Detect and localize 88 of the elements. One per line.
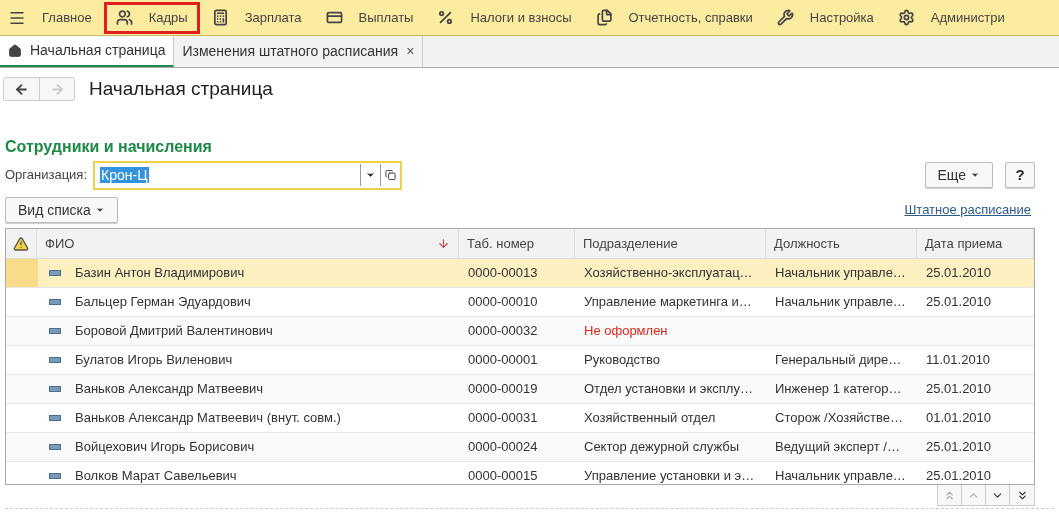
table-cell-text: Генеральный дире… (775, 351, 902, 370)
documents-icon (595, 9, 613, 26)
menu-item[interactable]: Главное (30, 1, 104, 34)
column-header[interactable]: Должность (766, 229, 917, 258)
table-cell-text: Руководство (584, 351, 660, 370)
table-cell-text: 0000-00013 (468, 264, 538, 283)
table-row[interactable]: Ваньков Александр Матвеевич 0000-00019 Отдел установки и эксплу… Инженер 1 категор… 25.01.2010 (6, 375, 1034, 404)
table-cell-text: 25.01.2010 (926, 380, 992, 399)
table-cell-text: Инженер 1 категор… (775, 380, 902, 399)
column-header[interactable]: Подразделение (575, 229, 766, 258)
close-icon[interactable]: × (406, 41, 415, 62)
table-cell-text: 0000-00010 (468, 293, 538, 312)
employee-icon (49, 473, 61, 479)
employee-icon (49, 299, 61, 305)
employee-icon (49, 386, 61, 392)
gear-icon (897, 9, 915, 26)
table-cell-text: 01.01.2010 (926, 409, 992, 428)
tab-label: Изменения штатного расписания (182, 42, 399, 61)
table-cell-text: Сектор дежурной службы (584, 438, 740, 457)
table-cell-text: Ваньков Александр Матвеевич (75, 380, 264, 399)
menu-item[interactable]: Отчетность, справки (583, 1, 765, 34)
menu-item[interactable]: Выплаты (313, 1, 426, 34)
menu-item[interactable]: Налоги и взносы (425, 1, 584, 34)
home-icon (8, 43, 22, 58)
menu-item[interactable]: Администри (885, 1, 1017, 34)
percent-icon (437, 9, 455, 26)
caret-icon (94, 205, 105, 215)
employee-icon (49, 328, 61, 334)
table-cell-text: Управление установки и э… (584, 467, 755, 484)
calculator-icon (211, 9, 229, 26)
table-cell-text: Хозяйственный отдел (584, 409, 716, 428)
table-cell-text: Булатов Игорь Виленович (75, 351, 233, 370)
caret-icon (970, 170, 980, 180)
section-title: Сотрудники и начисления (4, 137, 213, 157)
employee-icon (49, 270, 61, 276)
table-cell-text: 25.01.2010 (926, 438, 992, 457)
forward-arrow-icon (49, 81, 65, 97)
tab-label: Начальная страница (30, 41, 166, 60)
table-cell-text: Войцехович Игорь Борисович (75, 438, 255, 457)
table-cell-text: 0000-00001 (468, 351, 538, 370)
page-title: Начальная страница (89, 76, 273, 101)
employee-icon (49, 415, 61, 421)
sort-arrow-icon (437, 237, 450, 250)
table-cell-text: 25.01.2010 (926, 293, 992, 312)
table-cell-text: 0000-00024 (468, 438, 538, 457)
warning-icon (13, 235, 29, 252)
more-button[interactable]: Еще (924, 162, 993, 188)
table-cell-text: Ведущий эксперт /… (775, 438, 900, 457)
table-cell-text: 0000-00019 (468, 380, 538, 399)
menu-item[interactable]: Кадры (103, 1, 200, 34)
table-cell-text: Хозяйственно-эксплуатац… (584, 264, 753, 283)
table-cell-text: Базин Антон Владимирович (75, 264, 245, 283)
table-cell-text: Начальник управле… (775, 293, 906, 312)
column-header[interactable]: Таб. номер (459, 229, 575, 258)
column-header[interactable]: ФИО (37, 229, 459, 258)
table-cell-text: Не оформлен (584, 322, 668, 341)
wrench-icon (776, 9, 794, 26)
staff-schedule-link[interactable]: Штатное расписание (904, 200, 1031, 220)
table-cell-text: Управление маркетинга и… (584, 293, 752, 312)
table-cell-text: Начальник управле… (775, 264, 906, 283)
table-cell-text: Начальник управле… (775, 467, 906, 484)
card-icon (325, 9, 343, 26)
table-cell-text: 25.01.2010 (926, 467, 992, 484)
table-cell-text: 25.01.2010 (926, 264, 992, 283)
help-button[interactable]: ? (1005, 162, 1035, 188)
table-row[interactable]: Боровой Дмитрий Валентинович 0000-00032 Не оформлен (6, 317, 1034, 346)
field-label: Организация: (5, 166, 88, 185)
column-header[interactable]: Дата приема (917, 229, 1034, 258)
menu-item[interactable]: Настройка (764, 1, 886, 34)
table-cell-text: Боровой Дмитрий Валентинович (75, 322, 273, 341)
table-cell-text: 0000-00032 (468, 322, 538, 341)
table-cell-text: Отдел установки и эксплу… (584, 380, 753, 399)
menu-item[interactable]: Зарплата (199, 1, 314, 34)
tab[interactable]: Начальная страница (0, 36, 175, 67)
table-cell-text: Ваньков Александр Матвеевич (внут. совм.) (75, 409, 341, 428)
table-cell-text: Сторож /Хозяйстве… (775, 409, 903, 428)
table-cell-text: 0000-00031 (468, 409, 538, 428)
people-icon (115, 9, 133, 26)
table-row[interactable]: Базин Антон Владимирович 0000-00013 Хозяйственно-эксплуатац… Начальник управле… 25.01.2010 (6, 259, 1034, 288)
table-cell-text: 11.01.2010 (926, 351, 991, 370)
employee-icon (49, 444, 61, 450)
table-cell-text: Волков Марат Савельевич (75, 467, 237, 484)
table-cell-text: 0000-00015 (468, 467, 538, 484)
table-row[interactable]: Войцехович Игорь Борисович 0000-00024 Сектор дежурной службы Ведущий эксперт /… 25.01.2010 (6, 433, 1034, 462)
field-value: Крон-Ц (100, 166, 149, 183)
employee-icon (49, 357, 61, 363)
table-cell-text: Бальцер Герман Эдуардович (75, 293, 251, 312)
view-button[interactable]: Вид списка (5, 197, 118, 223)
